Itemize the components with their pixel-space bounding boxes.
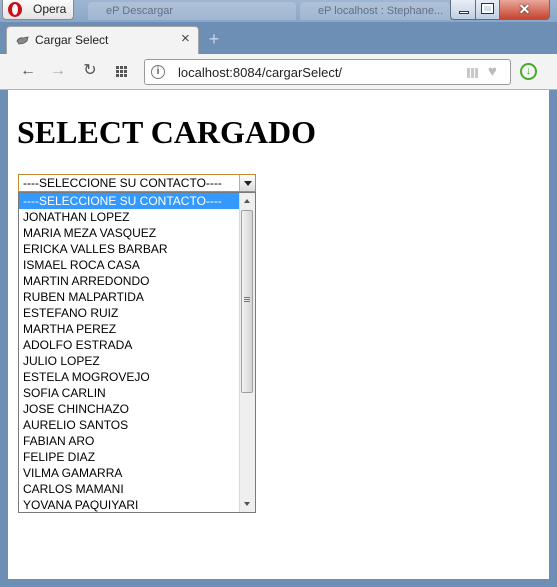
tab-close-icon[interactable]: × [181,31,190,47]
select-option[interactable]: MARIA MEZA VASQUEZ [19,225,240,241]
scroll-up-icon[interactable] [240,193,255,209]
site-info-icon[interactable]: i [151,65,165,79]
back-button[interactable]: ← [16,60,40,82]
page-content: SELECT CARGADO ----SELECCIONE SU CONTACT… [8,90,549,579]
select-option[interactable]: ISMAEL ROCA CASA [19,257,240,273]
navigation-toolbar: ← → ↻ i localhost:8084/cargarSelect/ ♥ ↓ [0,54,557,90]
window-bottom-frame [0,579,557,587]
select-option[interactable]: RUBEN MALPARTIDA [19,289,240,305]
opera-menu-label: Opera [33,2,67,16]
page-title: SELECT CARGADO [17,114,317,150]
maximize-button[interactable] [476,0,500,20]
select-current-value: ----SELECCIONE SU CONTACTO---- [23,176,222,190]
url-text[interactable]: localhost:8084/cargarSelect/ [178,65,342,80]
close-window-button[interactable]: ✕ [500,0,550,20]
close-icon: ✕ [518,1,531,17]
download-icon[interactable]: ↓ [520,63,537,80]
grid-icon [116,66,127,77]
select-option[interactable]: JOSE CHINCHAZO [19,401,240,417]
opera-logo-icon [8,2,22,17]
speed-dial-button[interactable] [110,60,134,82]
tab-cargar-select[interactable]: Cargar Select × [6,26,199,54]
contact-select[interactable]: ----SELECCIONE SU CONTACTO---- [18,174,256,192]
browser-window: Opera ✕ Cargar Select × + ← → ↻ i localh… [0,0,557,587]
select-option[interactable]: CARLOS MAMANI [19,481,240,497]
select-option[interactable]: FELIPE DIAZ [19,449,240,465]
select-option[interactable]: FABIAN ARO [19,433,240,449]
chevron-down-icon[interactable] [239,175,255,191]
select-option[interactable]: JONATHAN LOPEZ [19,209,240,225]
select-option[interactable]: AURELIO SANTOS [19,417,240,433]
select-option[interactable]: MARTHA PEREZ [19,321,240,337]
opera-menu-button[interactable]: Opera [2,0,74,20]
select-option[interactable]: MARTIN ARREDONDO [19,273,240,289]
grip-icon [244,297,250,303]
select-option[interactable]: ESTELA MOGROVEJO [19,369,240,385]
minimize-icon [459,11,469,14]
select-option[interactable]: ADOLFO ESTRADA [19,337,240,353]
scroll-down-icon[interactable] [240,496,255,512]
reload-button[interactable]: ↻ [78,60,102,82]
add-speed-dial-icon[interactable] [467,68,479,78]
forward-button[interactable]: → [46,60,70,82]
maximize-icon [481,3,494,14]
select-option[interactable]: YOVANA PAQUIYARI [19,497,240,512]
address-bar[interactable]: i localhost:8084/cargarSelect/ ♥ [144,59,511,85]
new-tab-button[interactable]: + [206,30,222,48]
tab-title: Cargar Select [35,33,109,47]
heart-icon[interactable]: ♥ [488,64,497,80]
select-option[interactable]: VILMA GAMARRA [19,465,240,481]
select-option[interactable]: ----SELECCIONE SU CONTACTO---- [19,193,240,209]
select-dropdown-list: ----SELECCIONE SU CONTACTO---- JONATHAN L… [18,192,256,513]
dropdown-scrollbar[interactable] [239,193,255,512]
page-favicon-icon [16,36,29,45]
minimize-button[interactable] [450,0,476,20]
select-option[interactable]: JULIO LOPEZ [19,353,240,369]
tab-bar: Cargar Select × + [0,22,557,54]
select-option[interactable]: ESTEFANO RUIZ [19,305,240,321]
select-option[interactable]: ERICKA VALLES BARBAR [19,241,240,257]
select-option[interactable]: SOFIA CARLIN [19,385,240,401]
scrollbar-thumb[interactable] [241,210,253,393]
